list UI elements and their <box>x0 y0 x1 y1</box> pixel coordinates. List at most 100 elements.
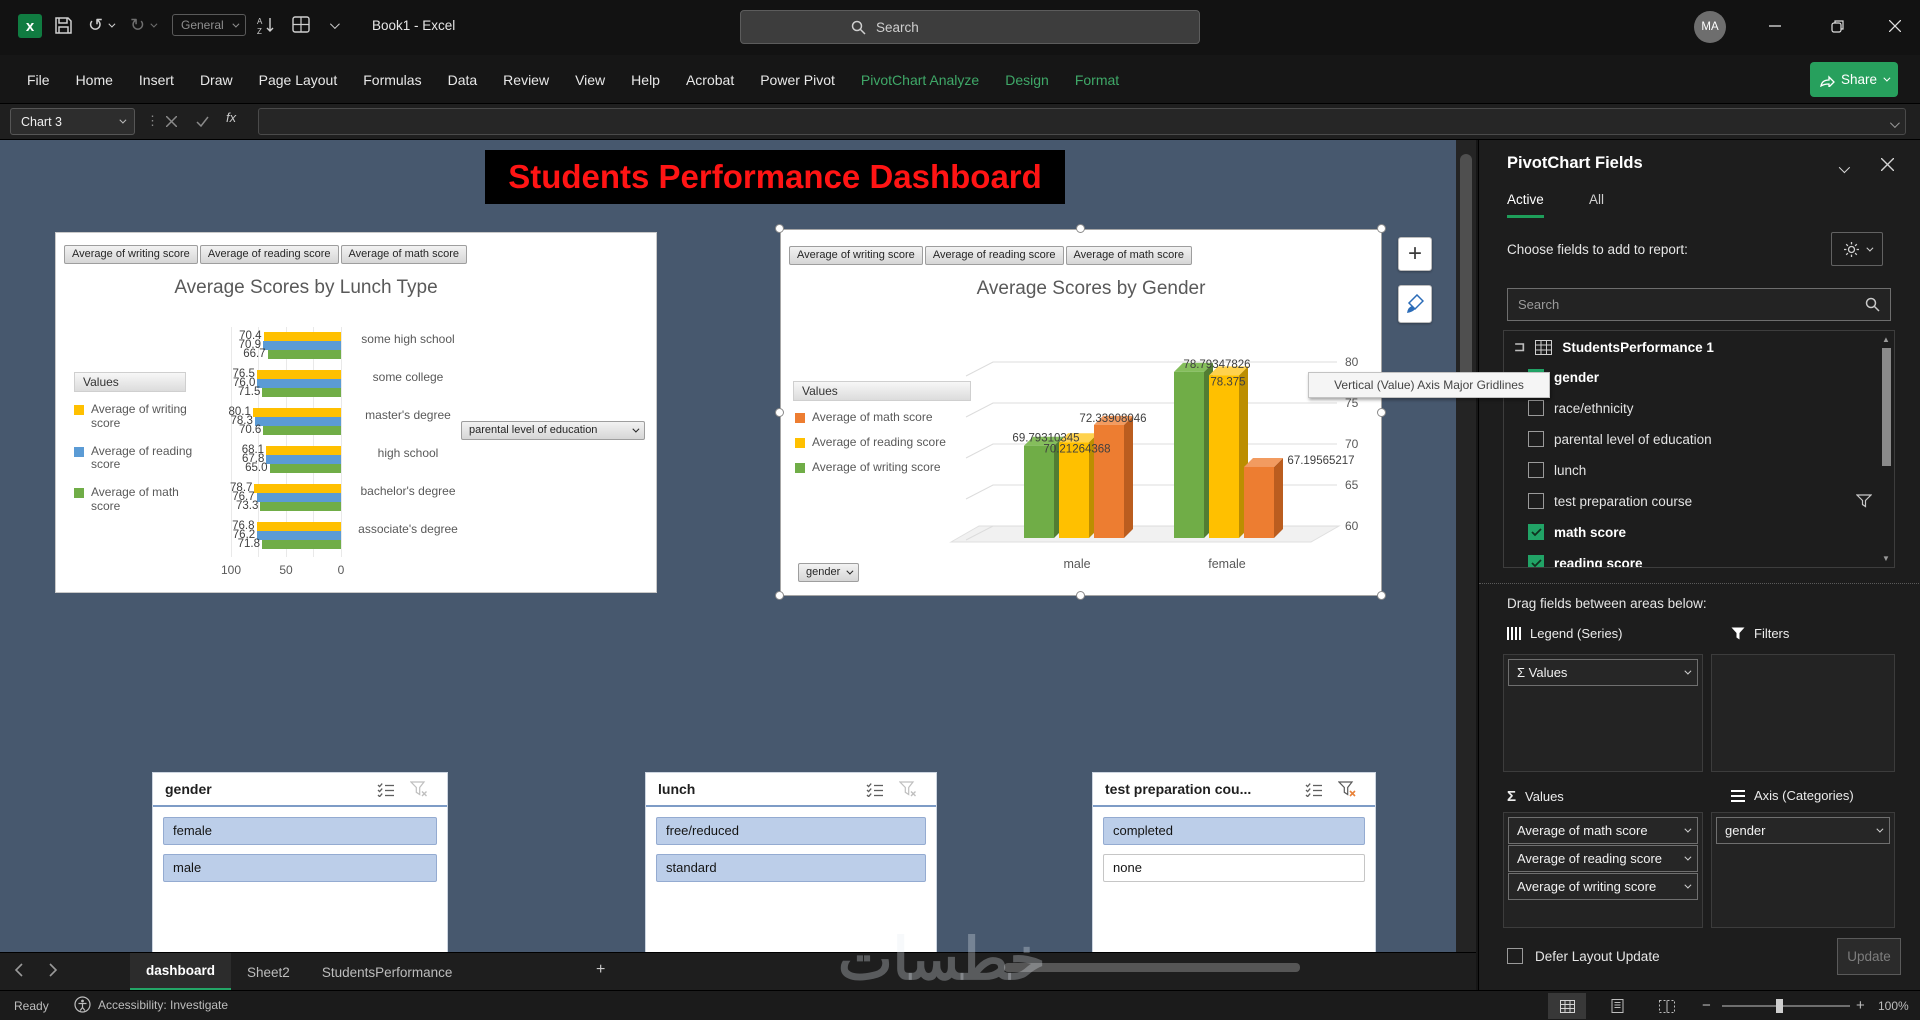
insert-function-icon[interactable]: fx <box>226 110 236 125</box>
slicer-item-completed[interactable]: completed <box>1103 817 1365 845</box>
sheet-tab-studentsperformance[interactable]: StudentsPerformance <box>306 953 469 991</box>
selection-handle[interactable] <box>775 224 784 233</box>
tools-gear-button[interactable] <box>1831 232 1883 266</box>
selection-handle[interactable] <box>775 408 784 417</box>
field-checkbox[interactable] <box>1528 493 1544 509</box>
field-row-readingscore[interactable]: reading score <box>1528 555 1643 568</box>
ribbon-tab-design[interactable]: Design <box>992 55 1062 104</box>
panel-tab-active[interactable]: Active <box>1507 192 1544 218</box>
multi-select-icon[interactable] <box>866 782 884 802</box>
selection-handle[interactable] <box>1377 408 1386 417</box>
add-sheet-button[interactable]: + <box>596 961 605 979</box>
area-chip-averageofreadingscore[interactable]: Average of reading score <box>1508 845 1698 872</box>
ribbon-tab-draw[interactable]: Draw <box>187 55 246 104</box>
field-row-mathscore[interactable]: math score <box>1528 524 1626 540</box>
panel-close-icon[interactable] <box>1881 158 1894 176</box>
ribbon-tab-acrobat[interactable]: Acrobat <box>673 55 747 104</box>
table-tool-icon[interactable] <box>292 16 310 33</box>
field-checkbox[interactable] <box>1528 431 1544 447</box>
zoom-in-button[interactable]: + <box>1856 997 1865 1014</box>
excel-app-icon[interactable]: x <box>18 14 42 38</box>
quick-access-overflow-icon[interactable] <box>330 22 337 29</box>
field-checkbox[interactable] <box>1528 555 1544 568</box>
share-button[interactable]: Share <box>1810 62 1898 97</box>
slicer-item-standard[interactable]: standard <box>656 854 926 882</box>
gender-chart[interactable]: Average of writing scoreAverage of readi… <box>780 229 1382 596</box>
ribbon-tab-review[interactable]: Review <box>490 55 562 104</box>
gender-axis-field-button[interactable]: gender <box>798 563 859 582</box>
field-row-lunch[interactable]: lunch <box>1528 462 1586 478</box>
area-chip-gender[interactable]: gender <box>1716 817 1890 844</box>
data-source-row[interactable]: ⊐StudentsPerformance 1 <box>1514 339 1714 355</box>
zoom-slider[interactable] <box>1722 1005 1850 1007</box>
save-icon[interactable] <box>54 16 73 35</box>
worksheet-canvas[interactable]: Students Performance Dashboard Average o… <box>0 140 1456 952</box>
chart-styles-brush-button[interactable] <box>1398 285 1432 323</box>
slicer-item-female[interactable]: female <box>163 817 437 845</box>
slicer-testpreparationcou[interactable]: test preparation cou...completednone <box>1092 772 1376 952</box>
clear-filter-icon[interactable] <box>899 781 918 803</box>
restore-button[interactable] <box>1814 8 1860 44</box>
enter-formula-icon[interactable] <box>196 115 209 130</box>
selection-handle[interactable] <box>1076 224 1085 233</box>
field-checkbox[interactable] <box>1528 524 1544 540</box>
field-checkbox[interactable] <box>1528 462 1544 478</box>
legend-series-area[interactable]: Σ Values <box>1503 654 1703 772</box>
undo-button[interactable]: ↺ <box>88 15 113 36</box>
selection-handle[interactable] <box>1076 591 1085 600</box>
zoom-level-label[interactable]: 100% <box>1878 999 1909 1013</box>
ribbon-tab-help[interactable]: Help <box>618 55 673 104</box>
horizontal-scrollbar-thumb[interactable] <box>1004 963 1300 972</box>
minimize-button[interactable] <box>1752 8 1798 44</box>
clear-filter-icon[interactable] <box>410 781 429 803</box>
multi-select-icon[interactable] <box>1305 782 1323 802</box>
lunch-chart[interactable]: Average of writing scoreAverage of readi… <box>55 232 657 593</box>
formula-bar-expand-icon[interactable] <box>1890 116 1897 131</box>
ribbon-tab-pivotchart-analyze[interactable]: PivotChart Analyze <box>848 55 992 104</box>
area-chip-averageofwritingscore[interactable]: Average of writing score <box>1508 873 1698 900</box>
page-break-preview-button[interactable] <box>1648 993 1686 1019</box>
formula-input[interactable] <box>258 108 1906 135</box>
selection-handle[interactable] <box>1377 591 1386 600</box>
area-chip-values[interactable]: Σ Values <box>1508 659 1698 686</box>
slicer-item-male[interactable]: male <box>163 854 437 882</box>
name-box[interactable]: Chart 3 <box>10 108 135 135</box>
filters-area[interactable] <box>1711 654 1895 772</box>
zoom-slider-thumb[interactable] <box>1776 999 1783 1013</box>
values-area[interactable]: Average of math scoreAverage of reading … <box>1503 812 1703 928</box>
close-button[interactable] <box>1872 8 1918 44</box>
accessibility-status[interactable]: Accessibility: Investigate <box>74 996 228 1013</box>
selection-handle[interactable] <box>1377 224 1386 233</box>
parental-level-filter-button[interactable]: parental level of education <box>461 421 645 440</box>
update-button[interactable]: Update <box>1837 938 1901 975</box>
slicer-lunch[interactable]: lunchfree/reducedstandard <box>645 772 937 952</box>
ribbon-tab-view[interactable]: View <box>562 55 618 104</box>
ribbon-tab-file[interactable]: File <box>14 55 63 104</box>
ribbon-tab-home[interactable]: Home <box>63 55 126 104</box>
area-chip-averageofmathscore[interactable]: Average of math score <box>1508 817 1698 844</box>
sheet-nav-right-icon[interactable] <box>49 963 58 977</box>
vertical-scrollbar-thumb[interactable] <box>1460 154 1472 392</box>
sheet-tab-sheet2[interactable]: Sheet2 <box>231 953 306 991</box>
slicer-item-freereduced[interactable]: free/reduced <box>656 817 926 845</box>
axis-categories-area[interactable]: gender <box>1711 812 1895 928</box>
ribbon-tab-format[interactable]: Format <box>1062 55 1132 104</box>
number-format-dropdown[interactable]: General <box>172 14 246 36</box>
normal-view-button[interactable] <box>1548 993 1586 1019</box>
avatar[interactable]: MA <box>1694 11 1726 43</box>
field-row-testpreparationcourse[interactable]: test preparation course <box>1528 493 1692 509</box>
redo-button[interactable]: ↻ <box>130 15 155 36</box>
search-input[interactable]: Search <box>740 10 1200 44</box>
ribbon-tab-formulas[interactable]: Formulas <box>350 55 434 104</box>
defer-layout-checkbox[interactable] <box>1507 948 1523 964</box>
sheet-nav-left-icon[interactable] <box>14 963 23 977</box>
selection-handle[interactable] <box>775 591 784 600</box>
ribbon-tab-page-layout[interactable]: Page Layout <box>246 55 351 104</box>
panel-tab-all[interactable]: All <box>1589 192 1604 215</box>
field-row-parentallevelofeducation[interactable]: parental level of education <box>1528 431 1712 447</box>
zoom-out-button[interactable]: − <box>1702 997 1711 1014</box>
ribbon-tab-insert[interactable]: Insert <box>126 55 187 104</box>
multi-select-icon[interactable] <box>377 782 395 802</box>
formula-options-dots-icon[interactable]: ⋮ <box>146 113 159 129</box>
chart-elements-plus-button[interactable]: + <box>1398 237 1432 271</box>
